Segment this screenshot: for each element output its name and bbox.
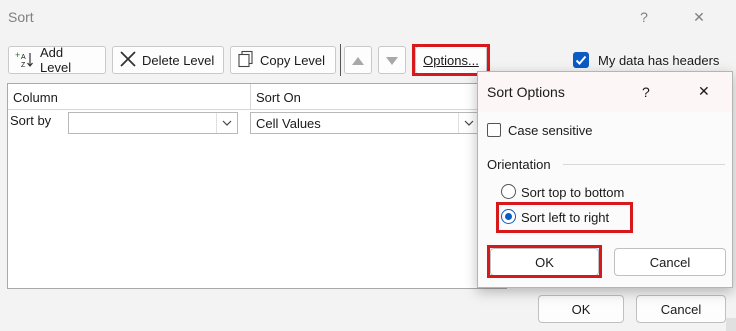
sort-on-select[interactable]: Cell Values [250, 112, 480, 134]
sort-levels-grid: Column Sort On Sort by Cell Values [7, 83, 507, 289]
triangle-up-icon [352, 53, 364, 68]
case-sensitive-checkbox[interactable] [487, 123, 501, 137]
copy-icon [237, 50, 255, 71]
sort-options-help-button[interactable]: ? [642, 84, 650, 100]
sort-options-ok-button[interactable]: OK [490, 248, 599, 276]
copy-level-button[interactable]: Copy Level [230, 46, 336, 74]
svg-text:+: + [15, 50, 20, 60]
column-select[interactable] [68, 112, 238, 134]
sort-options-titlebar: Sort Options ? ✕ [478, 72, 732, 112]
help-button[interactable]: ? [634, 9, 654, 25]
options-label: Options... [423, 52, 479, 68]
resize-grip[interactable] [726, 318, 736, 331]
delete-level-button[interactable]: Delete Level [112, 46, 224, 74]
orientation-label: Orientation [487, 157, 551, 172]
grid-header: Column Sort On [8, 84, 506, 110]
headers-checkbox[interactable] [573, 52, 589, 68]
column-separator [250, 84, 251, 109]
copy-level-label: Copy Level [260, 52, 326, 68]
cancel-button[interactable]: Cancel [636, 295, 726, 323]
delete-icon [119, 50, 137, 71]
delete-level-label: Delete Level [142, 52, 215, 68]
options-button[interactable]: Options... [415, 46, 487, 74]
sort-top-to-bottom-label: Sort top to bottom [521, 185, 625, 200]
column-header: Column [13, 90, 58, 105]
close-button[interactable]: ✕ [689, 9, 709, 26]
svg-text:A: A [21, 54, 26, 61]
add-level-icon: + A Z [15, 50, 35, 71]
ok-button[interactable]: OK [538, 295, 624, 323]
add-level-label: Add Level [40, 45, 72, 75]
sort-options-close-button[interactable]: ✕ [698, 83, 710, 100]
move-up-button[interactable] [344, 46, 372, 74]
case-sensitive-label: Case sensitive [508, 123, 593, 138]
dialog-title: Sort [8, 9, 34, 25]
chevron-down-icon [216, 113, 237, 133]
headers-label: My data has headers [598, 53, 720, 68]
chevron-down-icon [458, 113, 479, 133]
checkmark-icon [575, 55, 587, 65]
sort-options-cancel-button[interactable]: Cancel [614, 248, 726, 276]
add-level-button[interactable]: + A Z Add Level [8, 45, 106, 75]
sort-options-dialog: Sort Options ? ✕ Case sensitive Orientat… [477, 71, 733, 288]
sort-by-label: Sort by [10, 113, 52, 128]
triangle-down-icon [386, 53, 398, 68]
svg-text:Z: Z [21, 62, 26, 68]
sort-on-header: Sort On [256, 90, 301, 105]
sort-options-title: Sort Options [487, 84, 565, 100]
move-down-button[interactable] [378, 46, 406, 74]
table-row: Sort by Cell Values [8, 110, 498, 136]
sort-on-value: Cell Values [256, 116, 321, 131]
sort-left-to-right-label: Sort left to right [521, 210, 610, 225]
orientation-divider [563, 164, 725, 165]
sort-left-to-right-radio[interactable] [501, 209, 516, 224]
sort-top-to-bottom-radio[interactable] [501, 184, 516, 199]
toolbar-divider [340, 44, 341, 76]
